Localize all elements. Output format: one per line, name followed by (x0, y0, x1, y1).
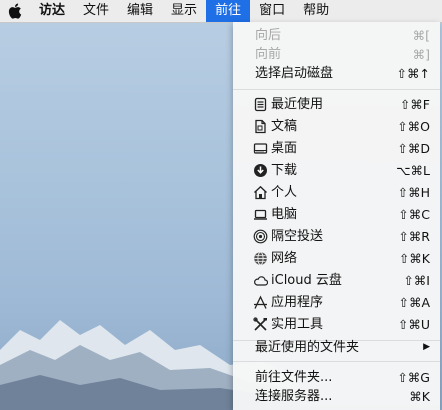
desktop-shortcut: ⇧⌘D (397, 141, 430, 156)
airdrop-shortcut: ⇧⌘R (398, 229, 430, 244)
startup-disk-label: 选择启动磁盘 (255, 66, 334, 81)
menu-file[interactable]: 文件 (74, 0, 118, 22)
menu-item-recents[interactable]: 最近使用 ⇧⌘F (233, 94, 440, 115)
menu-go[interactable]: 前往 (206, 0, 251, 22)
menu-item-forward[interactable]: 向前 ⌘] (233, 44, 440, 65)
recents-label: 最近使用 (271, 97, 324, 112)
connect-server-label: 连接服务器... (255, 389, 333, 404)
computer-icon (254, 209, 267, 220)
go-menu-dropdown: 向后 ⌘[ 向前 ⌘] 选择启动磁盘 ⇧⌘↑ 最近使用 ⇧⌘F 文稿 ⇧⌘O 桌… (233, 22, 440, 410)
utilities-label: 实用工具 (271, 317, 324, 332)
menu-edit[interactable]: 编辑 (118, 0, 162, 22)
recents-icon (254, 97, 267, 112)
menu-item-utilities[interactable]: 实用工具 ⇧⌘U (233, 314, 440, 335)
computer-shortcut: ⇧⌘C (398, 207, 430, 222)
submenu-arrow-icon: ▶ (423, 342, 430, 352)
computer-label: 电脑 (271, 207, 298, 222)
menu-separator (233, 89, 440, 90)
icloud-label: iCloud 云盘 (271, 273, 342, 288)
home-icon (254, 185, 267, 200)
menu-item-home[interactable]: 个人 ⇧⌘H (233, 182, 440, 203)
menu-item-applications[interactable]: 应用程序 ⇧⌘A (233, 292, 440, 313)
icloud-shortcut: ⇧⌘I (403, 273, 430, 288)
menu-item-connect-server[interactable]: 连接服务器... ⌘K (233, 386, 440, 407)
network-shortcut: ⇧⌘K (398, 251, 430, 266)
apple-icon (8, 3, 22, 19)
home-label: 个人 (271, 185, 298, 200)
menu-item-startup-disk[interactable]: 选择启动磁盘 ⇧⌘↑ (233, 63, 440, 84)
go-to-folder-shortcut: ⇧⌘G (397, 370, 430, 385)
network-label: 网络 (271, 251, 298, 266)
back-shortcut: ⌘[ (412, 28, 430, 43)
forward-shortcut: ⌘] (412, 47, 430, 62)
menu-item-documents[interactable]: 文稿 ⇧⌘O (233, 116, 440, 137)
menu-item-airdrop[interactable]: 隔空投送 ⇧⌘R (233, 226, 440, 247)
recents-shortcut: ⇧⌘F (399, 97, 430, 112)
airdrop-label: 隔空投送 (271, 229, 324, 244)
forward-label: 向前 (255, 47, 282, 62)
applications-icon (254, 295, 267, 309)
airdrop-icon (253, 229, 268, 244)
menu-help[interactable]: 帮助 (294, 0, 338, 22)
menu-item-icloud[interactable]: iCloud 云盘 ⇧⌘I (233, 270, 440, 291)
startup-disk-shortcut: ⇧⌘↑ (396, 66, 430, 81)
documents-icon (255, 119, 266, 134)
applications-shortcut: ⇧⌘A (398, 295, 430, 310)
network-icon (254, 251, 267, 266)
downloads-icon (254, 164, 267, 177)
menu-item-desktop[interactable]: 桌面 ⇧⌘D (233, 138, 440, 159)
menu-window[interactable]: 窗口 (250, 0, 294, 22)
menu-item-computer[interactable]: 电脑 ⇧⌘C (233, 204, 440, 225)
menu-separator (233, 361, 440, 362)
menu-item-downloads[interactable]: 下载 ⌥⌘L (233, 160, 440, 181)
desktop-label: 桌面 (271, 141, 298, 156)
desktop-icon (253, 143, 268, 154)
icloud-icon (254, 276, 268, 286)
go-to-folder-label: 前往文件夹... (255, 370, 333, 385)
connect-server-shortcut: ⌘K (409, 389, 430, 404)
menu-bar: 访达 文件 编辑 显示 前往 窗口 帮助 (0, 0, 442, 23)
apple-menu[interactable] (0, 0, 30, 22)
back-label: 向后 (255, 28, 282, 43)
documents-shortcut: ⇧⌘O (397, 119, 430, 134)
home-shortcut: ⇧⌘H (397, 185, 430, 200)
documents-label: 文稿 (271, 119, 298, 134)
menu-view[interactable]: 显示 (162, 0, 206, 22)
menu-item-back[interactable]: 向后 ⌘[ (233, 25, 440, 46)
recent-folders-label: 最近使用的文件夹 (255, 340, 360, 355)
utilities-icon (253, 317, 267, 331)
downloads-label: 下载 (271, 163, 298, 178)
menu-finder[interactable]: 访达 (30, 0, 74, 22)
menu-item-recent-folders[interactable]: 最近使用的文件夹 ▶ (233, 337, 440, 358)
utilities-shortcut: ⇧⌘U (397, 317, 430, 332)
applications-label: 应用程序 (271, 295, 324, 310)
downloads-shortcut: ⌥⌘L (396, 163, 430, 178)
menu-item-go-to-folder[interactable]: 前往文件夹... ⇧⌘G (233, 367, 440, 388)
menu-item-network[interactable]: 网络 ⇧⌘K (233, 248, 440, 269)
